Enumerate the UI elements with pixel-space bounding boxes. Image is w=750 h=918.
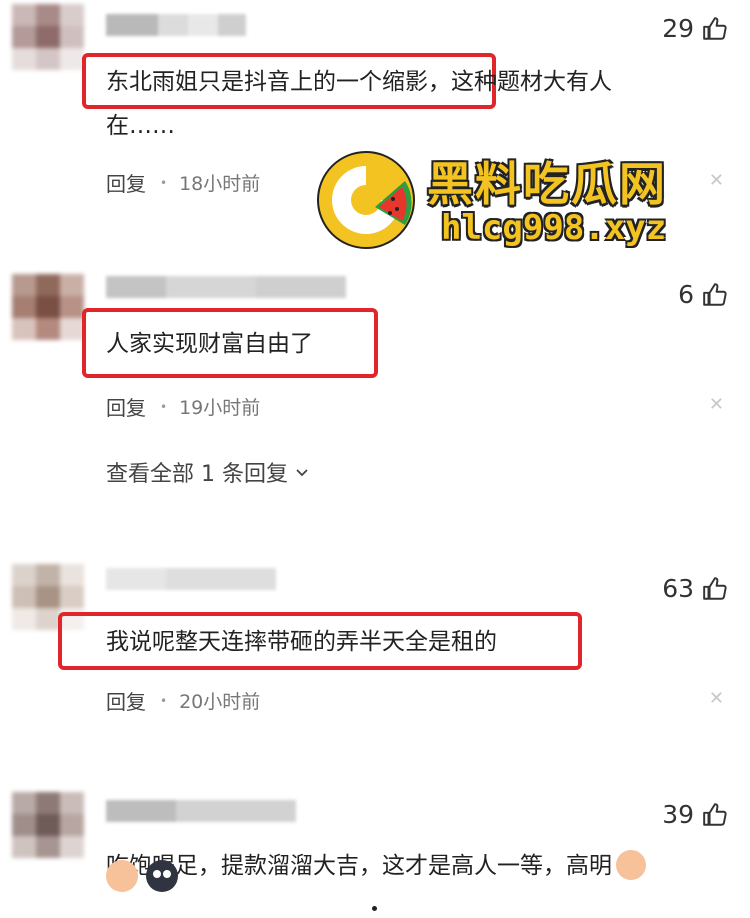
comment-meta: 回复 • 18小时前 bbox=[106, 168, 260, 197]
timestamp: 18小时前 bbox=[179, 173, 261, 195]
face-emoji-icon bbox=[146, 860, 178, 892]
reply-button[interactable]: 回复 bbox=[106, 168, 146, 197]
thumbs-up-icon[interactable] bbox=[702, 802, 728, 828]
emoji-row bbox=[106, 860, 178, 892]
comment-text-highlighted: 东北雨姐只是抖音上的一个缩影， bbox=[106, 69, 451, 95]
username-blurred[interactable] bbox=[106, 14, 246, 36]
reply-button[interactable]: 回复 bbox=[106, 392, 146, 421]
view-replies-label: 查看全部 1 条回复 bbox=[106, 462, 288, 487]
watermark-title: 黑料吃瓜网 bbox=[427, 157, 667, 211]
separator-dot: • bbox=[160, 399, 168, 414]
chevron-down-icon bbox=[296, 469, 308, 477]
like-count[interactable]: 63 bbox=[662, 574, 728, 603]
scroll-dot bbox=[372, 906, 377, 911]
watermelon-logo-icon bbox=[317, 151, 415, 249]
timestamp: 20小时前 bbox=[179, 691, 261, 713]
thumbs-up-emoji-icon bbox=[106, 860, 138, 892]
like-count[interactable]: 39 bbox=[662, 800, 728, 829]
like-count-value: 29 bbox=[662, 14, 694, 43]
thumbs-up-icon[interactable] bbox=[702, 282, 728, 308]
close-icon[interactable]: ✕ bbox=[709, 394, 724, 415]
watermark-url: hlcg998.xyz bbox=[441, 208, 667, 248]
watermark: 黑料吃瓜网 hlcg998.xyz bbox=[313, 140, 733, 260]
timestamp: 19小时前 bbox=[179, 397, 261, 419]
username-blurred[interactable] bbox=[106, 800, 296, 822]
comment-meta: 回复 • 19小时前 bbox=[106, 392, 260, 421]
comment-text: 人家实现财富自由了 bbox=[106, 331, 313, 357]
view-replies-link[interactable]: 查看全部 1 条回复 bbox=[106, 456, 310, 488]
comment-text: 吃饱喝足，提款溜溜大吉，这才是高人一等，高明 bbox=[106, 853, 612, 879]
thumbs-up-icon[interactable] bbox=[702, 16, 728, 42]
thumbs-up-icon[interactable] bbox=[702, 576, 728, 602]
username-blurred[interactable] bbox=[106, 568, 276, 590]
like-count-value: 63 bbox=[662, 574, 694, 603]
like-count-value: 6 bbox=[678, 280, 694, 309]
separator-dot: • bbox=[160, 693, 168, 708]
avatar[interactable] bbox=[12, 792, 84, 858]
comment-text: 我说呢整天连摔带砸的弄半天全是租的 bbox=[106, 629, 497, 655]
avatar[interactable] bbox=[12, 4, 84, 70]
comment-text-continued: 这种题材大有人 bbox=[451, 69, 612, 95]
avatar[interactable] bbox=[12, 274, 84, 340]
thumbs-up-emoji-icon bbox=[616, 849, 646, 880]
username-blurred[interactable] bbox=[106, 276, 346, 298]
comment-text-line1: 东北雨姐只是抖音上的一个缩影，这种题材大有人 bbox=[106, 64, 612, 100]
comment-meta: 回复 • 20小时前 bbox=[106, 686, 260, 715]
like-count[interactable]: 6 bbox=[678, 280, 728, 309]
reply-button[interactable]: 回复 bbox=[106, 686, 146, 715]
comment-text-line: 吃饱喝足，提款溜溜大吉，这才是高人一等，高明 bbox=[106, 848, 646, 884]
like-count-value: 39 bbox=[662, 800, 694, 829]
separator-dot: • bbox=[160, 175, 168, 190]
like-count[interactable]: 29 bbox=[662, 14, 728, 43]
close-icon[interactable]: ✕ bbox=[709, 688, 724, 709]
comment-text-line2: 在…… bbox=[106, 113, 175, 139]
